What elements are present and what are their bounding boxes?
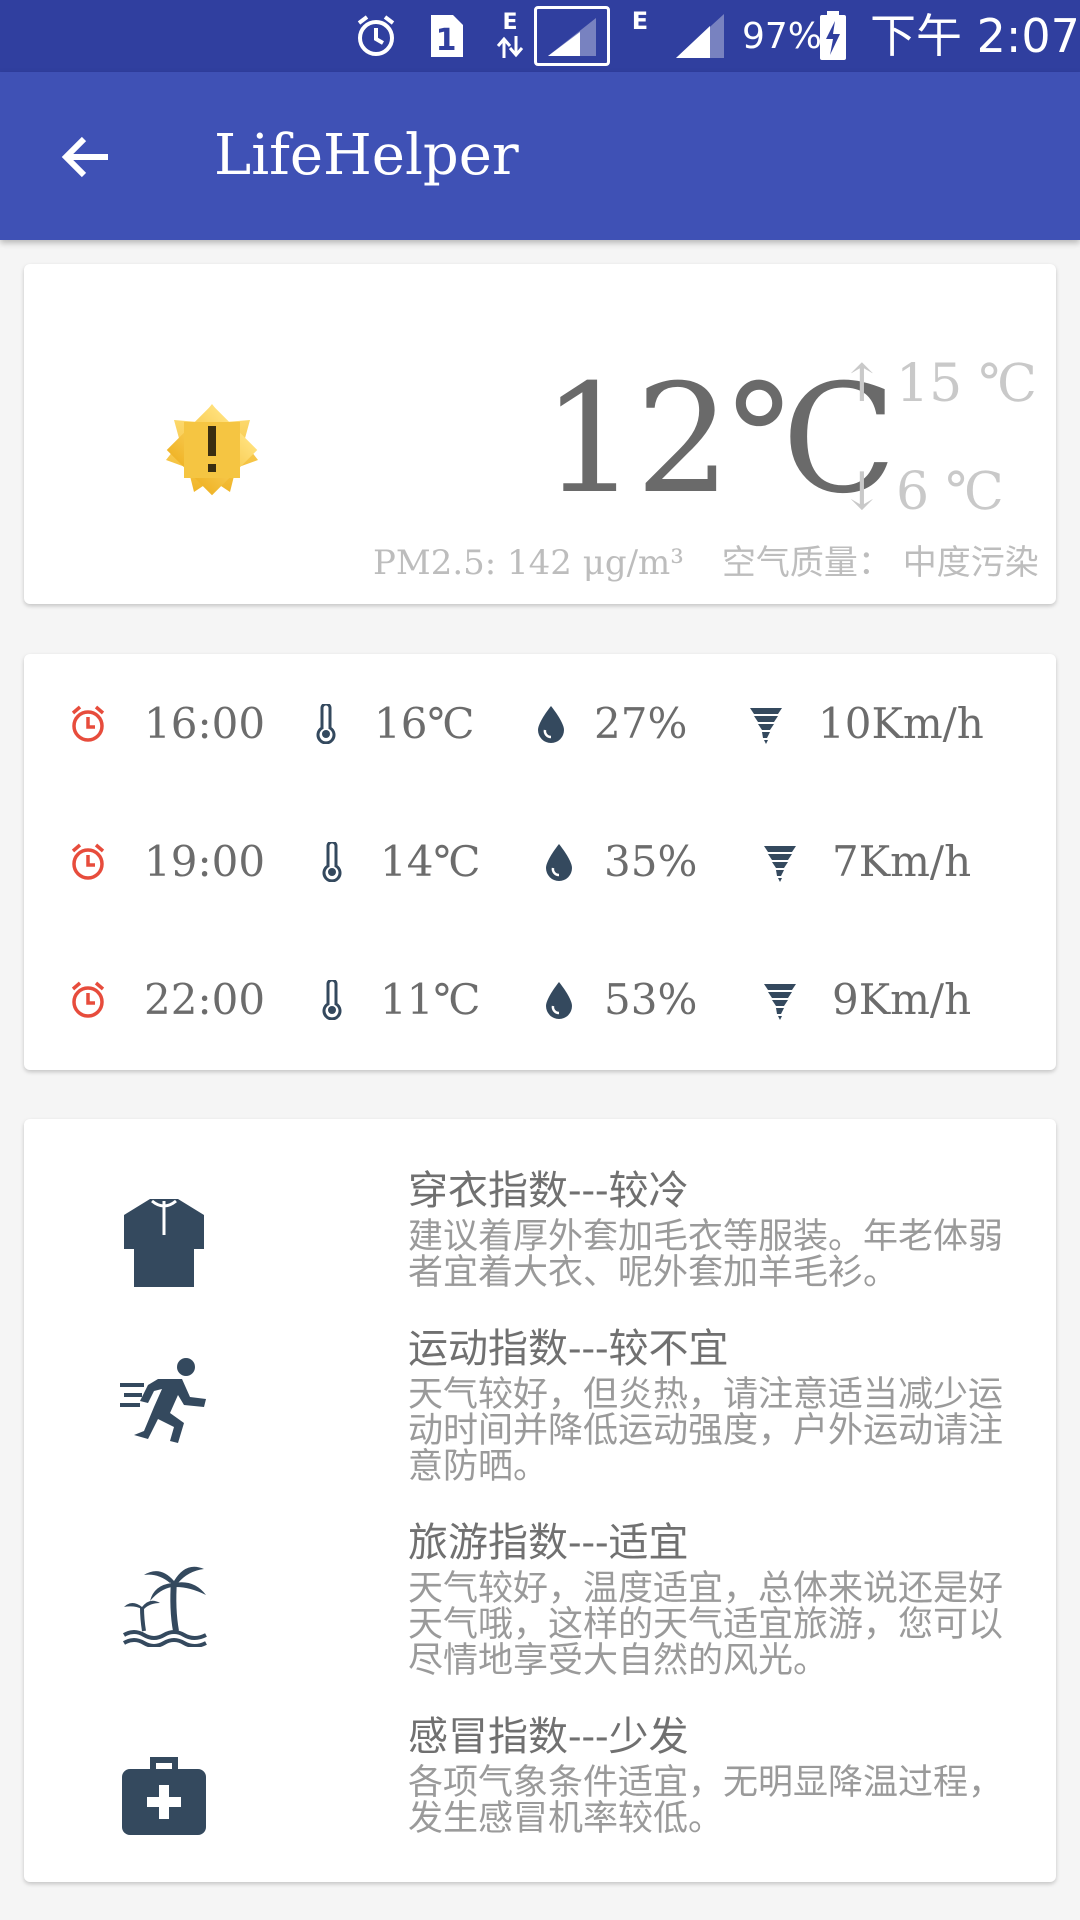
hourly-wind: 10Km/h bbox=[818, 699, 984, 748]
air-quality-line: PM2.5: 142 μg/m³ 空气质量： 中度污染 bbox=[373, 540, 1039, 586]
alarm-clock-icon bbox=[68, 842, 108, 886]
index-title: 感冒指数---少发 bbox=[408, 1714, 689, 1760]
sun-warning-icon bbox=[164, 402, 260, 502]
data-arrows-icon: E bbox=[492, 10, 528, 62]
alarm-clock-icon bbox=[68, 704, 108, 748]
low-temperature-value: 6 ℃ bbox=[896, 462, 1004, 522]
hourly-temperature: 14℃ bbox=[380, 837, 481, 886]
tornado-icon bbox=[748, 704, 784, 748]
hourly-wind: 9Km/h bbox=[832, 975, 972, 1024]
sim-card-icon: 1 bbox=[424, 10, 466, 62]
thermometer-icon bbox=[316, 702, 336, 748]
thermometer-icon bbox=[322, 978, 342, 1024]
hourly-row: 16:00 16℃ 27% 10Km/h bbox=[24, 684, 1056, 764]
network-type-2-label: E bbox=[631, 7, 649, 35]
hourly-temperature: 16℃ bbox=[374, 699, 475, 748]
thermometer-icon bbox=[322, 840, 342, 886]
index-title: 运动指数---较不宜 bbox=[408, 1326, 729, 1372]
hourly-temperature: 11℃ bbox=[380, 975, 481, 1024]
hourly-forecast-card: 16:00 16℃ 27% 10Km/h 19:00 14℃ 35% 7Km/h bbox=[24, 654, 1056, 1070]
index-title: 旅游指数---适宜 bbox=[408, 1520, 689, 1566]
shirt-icon bbox=[120, 1195, 208, 1299]
back-button[interactable] bbox=[40, 112, 130, 202]
hourly-humidity: 53% bbox=[604, 975, 698, 1024]
arrow-up-icon: ↑ bbox=[840, 354, 884, 414]
arrow-left-icon bbox=[61, 136, 108, 178]
status-bar: 1 E E 97% 下午 2:07 bbox=[0, 0, 1080, 72]
hourly-row: 22:00 11℃ 53% 9Km/h bbox=[24, 960, 1056, 1040]
arrow-down-icon: ↓ bbox=[840, 462, 884, 522]
current-weather-card: 12℃ ↑ 15 ℃ ↓ 6 ℃ PM2.5: 142 μg/m³ 空气质量： 中度污… bbox=[24, 264, 1056, 604]
high-temperature: ↑ 15 ℃ bbox=[840, 354, 1037, 414]
index-item-cold: 感冒指数---少发 各项气象条件适宜，无明显降温过程，发生感冒机率较低。 bbox=[24, 1713, 1056, 1863]
medkit-icon bbox=[120, 1753, 208, 1841]
signal-strength-icon-1 bbox=[534, 6, 610, 66]
alarm-clock-icon bbox=[68, 980, 108, 1024]
hourly-time: 22:00 bbox=[144, 975, 266, 1024]
alarm-clock-icon bbox=[350, 10, 402, 62]
app-title: LifeHelper bbox=[214, 123, 519, 188]
battery-percent: 97% bbox=[742, 16, 823, 57]
network-type-1: E bbox=[502, 10, 518, 35]
low-temperature: ↓ 6 ℃ bbox=[840, 462, 1004, 522]
index-item-clothing: 穿衣指数---较冷 建议着厚外套加毛衣等服装。年老体弱者宜着大衣、呢外套加羊毛衫… bbox=[24, 1167, 1056, 1317]
index-item-sport: 运动指数---较不宜 天气较好，但炎热，请注意适当减少运动时间并降低运动强度，户… bbox=[24, 1325, 1056, 1505]
clock-time: 下午 2:07 bbox=[870, 9, 1080, 63]
air-quality-label: 空气质量： 中度污染 bbox=[721, 543, 1039, 583]
water-drop-icon bbox=[536, 704, 566, 748]
index-description: 各项气象条件适宜，无明显降温过程，发生感冒机率较低。 bbox=[408, 1763, 1004, 1839]
index-description: 天气较好，温度适宜，总体来说还是好天气哦，这样的天气适宜旅游，您可以尽情地享受大… bbox=[408, 1569, 1004, 1681]
hourly-wind: 7Km/h bbox=[832, 837, 972, 886]
app-bar: LifeHelper bbox=[0, 72, 1080, 240]
index-description: 建议着厚外套加毛衣等服装。年老体弱者宜着大衣、呢外套加羊毛衫。 bbox=[408, 1217, 1004, 1293]
battery-charging-icon bbox=[818, 10, 848, 62]
hourly-humidity: 35% bbox=[604, 837, 698, 886]
running-icon bbox=[118, 1357, 214, 1451]
hourly-time: 16:00 bbox=[144, 699, 266, 748]
high-temperature-value: 15 ℃ bbox=[896, 354, 1037, 414]
hourly-humidity: 27% bbox=[594, 699, 688, 748]
water-drop-icon bbox=[544, 980, 574, 1024]
life-index-card: 穿衣指数---较冷 建议着厚外套加毛衣等服装。年老体弱者宜着大衣、呢外套加羊毛衫… bbox=[24, 1119, 1056, 1882]
index-title: 穿衣指数---较冷 bbox=[408, 1168, 689, 1214]
tornado-icon bbox=[762, 980, 798, 1024]
island-icon bbox=[120, 1561, 212, 1651]
index-item-travel: 旅游指数---适宜 天气较好，温度适宜，总体来说还是好天气哦，这样的天气适宜旅游… bbox=[24, 1519, 1056, 1699]
network-type-2: E bbox=[628, 6, 652, 36]
index-description: 天气较好，但炎热，请注意适当减少运动时间并降低运动强度，户外运动请注意防晒。 bbox=[408, 1375, 1004, 1487]
sim-card-label: 1 bbox=[436, 23, 457, 58]
signal-strength-icon-2 bbox=[672, 10, 728, 62]
pm25-value: PM2.5: 142 μg/m³ bbox=[373, 543, 684, 583]
hourly-row: 19:00 14℃ 35% 7Km/h bbox=[24, 822, 1056, 902]
hourly-time: 19:00 bbox=[144, 837, 266, 886]
tornado-icon bbox=[762, 842, 798, 886]
water-drop-icon bbox=[544, 842, 574, 886]
